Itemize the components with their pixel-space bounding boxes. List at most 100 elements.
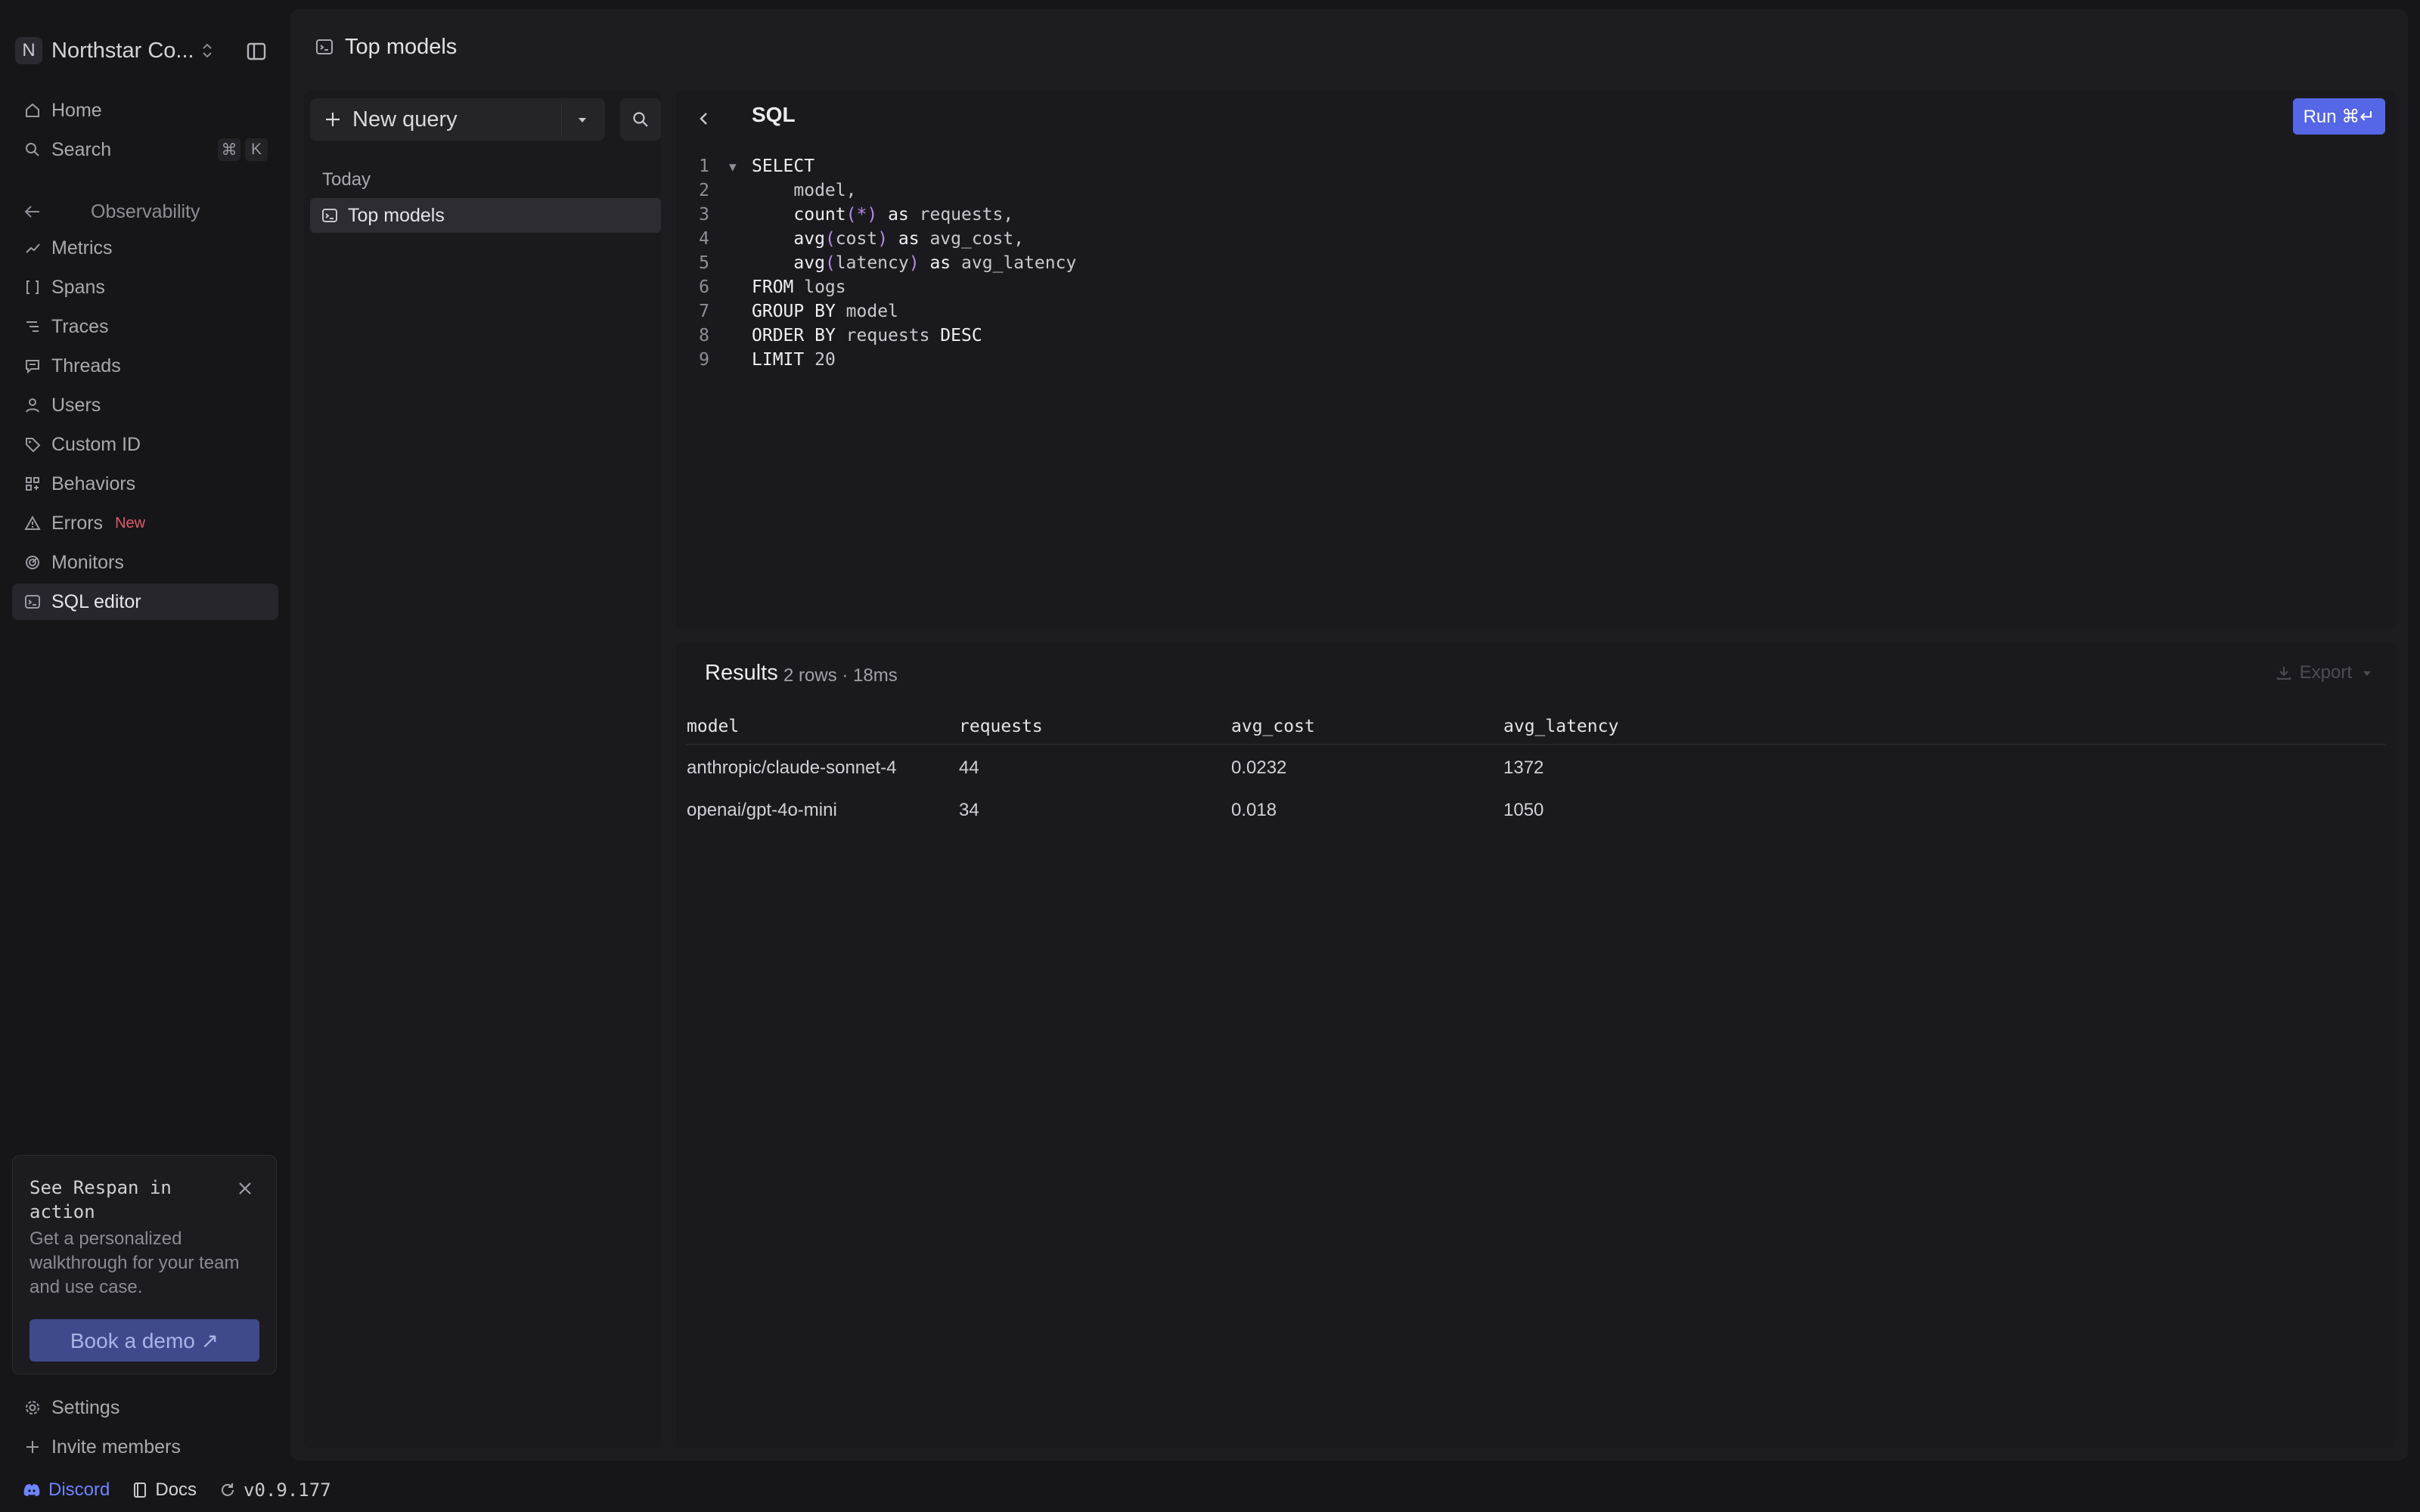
table-cell: 44 <box>959 758 979 778</box>
sidebar-item-label: Monitors <box>51 551 124 573</box>
table-row[interactable]: anthropic/claude-sonnet-4 44 0.0232 1372 <box>687 745 2385 788</box>
sidebar: N Northstar Co... Home Search ⌘ K Observ… <box>0 0 290 1512</box>
code-text: count(*) as requests, <box>793 205 1014 225</box>
code-text: avg(latency) as avg_latency <box>793 253 1077 273</box>
plus-icon <box>23 1437 42 1457</box>
code-text: ORDER BY requests DESC <box>752 326 982 345</box>
caret-down-icon[interactable] <box>575 112 590 127</box>
book-icon <box>132 1481 147 1499</box>
version-indicator[interactable]: v0.9.177 <box>219 1479 331 1501</box>
sidebar-item-behaviors[interactable]: Behaviors <box>12 466 278 502</box>
discord-link[interactable]: Discord <box>23 1479 110 1501</box>
export-label: Export <box>2299 662 2352 683</box>
new-query-button[interactable]: New query <box>310 98 605 141</box>
line-number: 3 <box>699 205 709 225</box>
chevron-up-down-icon <box>200 42 214 60</box>
fold-arrow-icon[interactable]: ▼ <box>729 160 737 174</box>
sidebar-item-traces[interactable]: Traces <box>12 308 278 345</box>
docs-link[interactable]: Docs <box>132 1479 197 1501</box>
book-demo-button[interactable]: Book a demo ↗ <box>29 1319 259 1362</box>
column-header[interactable]: avg_latency <box>1503 717 1618 736</box>
line-number: 5 <box>699 253 709 273</box>
terminal-icon <box>23 592 42 612</box>
sidebar-item-users[interactable]: Users <box>12 387 278 423</box>
table-cell: 0.0232 <box>1231 758 1287 778</box>
sql-editor-panel: SQL Run ⌘↵ 1 ▼ SELECT 2 model, 3 count(*) as… <box>676 91 2396 627</box>
workspace-avatar: N <box>15 37 42 64</box>
table-row[interactable]: openai/gpt-4o-mini 34 0.018 1050 <box>687 788 2385 830</box>
main-area: Top models New query Today Top models SQ… <box>290 9 2408 1461</box>
code-text: SELECT <box>752 156 815 176</box>
workspace-name: Northstar Co... <box>51 38 194 63</box>
line-number: 9 <box>699 350 709 370</box>
download-icon <box>2276 665 2292 681</box>
code-text: FROM logs <box>752 277 846 297</box>
refresh-icon <box>219 1482 236 1498</box>
sidebar-item-metrics[interactable]: Metrics <box>12 230 278 266</box>
nav-search-label: Search <box>51 138 112 160</box>
sidebar-item-label: Errors <box>51 512 104 534</box>
table-cell: openai/gpt-4o-mini <box>687 800 837 820</box>
line-number: 2 <box>699 181 709 200</box>
nav-settings[interactable]: Settings <box>12 1390 278 1426</box>
results-meta: 2 rows · 18ms <box>783 665 898 686</box>
invite-members-button[interactable]: Invite members <box>12 1429 278 1465</box>
column-header[interactable]: requests <box>959 717 1043 736</box>
promo-card: See Respan in action Get a personalized … <box>12 1155 277 1374</box>
chevron-left-icon <box>697 110 712 127</box>
nav-section-observability[interactable]: Observability <box>12 194 278 230</box>
back-button[interactable] <box>693 107 715 130</box>
gear-icon <box>23 1398 42 1418</box>
sidebar-item-threads[interactable]: Threads <box>12 348 278 384</box>
query-list-panel: New query Today Top models <box>304 91 661 1448</box>
promo-close-button[interactable] <box>234 1177 256 1200</box>
code-text: avg(cost) as avg_cost, <box>793 229 1025 249</box>
column-header[interactable]: model <box>687 717 739 736</box>
query-group-label: Today <box>322 169 371 190</box>
table-header: model requests avg_cost avg_latency <box>687 705 2385 745</box>
shortcut-k-key: K <box>245 138 268 161</box>
docs-label: Docs <box>155 1479 197 1500</box>
sidebar-item-sql-editor[interactable]: SQL editor <box>12 584 278 620</box>
close-icon <box>237 1180 253 1197</box>
shortcut-cmd-key: ⌘ <box>218 138 240 161</box>
home-icon <box>23 101 42 120</box>
radar-icon <box>23 553 42 572</box>
line-number: 8 <box>699 326 709 345</box>
query-search-button[interactable] <box>620 98 661 141</box>
table-cell: 1050 <box>1503 800 1544 820</box>
warning-icon <box>23 513 42 533</box>
plus-icon <box>324 110 342 129</box>
line-number: 7 <box>699 302 709 321</box>
new-badge: New <box>115 514 146 531</box>
table-cell: anthropic/claude-sonnet-4 <box>687 758 897 778</box>
table-cell: 34 <box>959 800 979 820</box>
sidebar-item-errors[interactable]: Errors New <box>12 505 278 541</box>
sidebar-toggle-button[interactable] <box>239 36 274 67</box>
line-number: 4 <box>699 229 709 249</box>
nav-home-label: Home <box>51 99 102 121</box>
caret-down-icon <box>2361 667 2373 679</box>
run-button[interactable]: Run ⌘↵ <box>2293 98 2385 135</box>
sidebar-item-label: SQL editor <box>51 590 141 612</box>
chart-line-icon <box>23 238 42 258</box>
nav-home[interactable]: Home <box>12 92 278 129</box>
line-number: 6 <box>699 277 709 297</box>
sidebar-item-spans[interactable]: Spans <box>12 269 278 305</box>
nav-search[interactable]: Search ⌘ K <box>12 132 278 168</box>
export-button[interactable]: Export <box>2276 662 2373 683</box>
status-bar: Discord Docs v0.9.177 <box>0 1468 2420 1512</box>
table-cell: 0.018 <box>1231 800 1277 820</box>
query-list-item[interactable]: Top models <box>310 198 661 233</box>
promo-title: See Respan in action <box>29 1177 172 1222</box>
workspace-switcher[interactable]: N Northstar Co... <box>15 33 272 68</box>
sidebar-item-monitors[interactable]: Monitors <box>12 544 278 581</box>
results-title: Results <box>705 661 778 685</box>
new-query-label: New query <box>352 107 458 132</box>
discord-icon <box>23 1483 41 1498</box>
column-header[interactable]: avg_cost <box>1231 717 1315 736</box>
sidebar-item-label: Custom ID <box>51 433 141 455</box>
search-icon <box>23 140 42 160</box>
message-icon <box>23 356 42 376</box>
sidebar-item-custom-id[interactable]: Custom ID <box>12 426 278 463</box>
